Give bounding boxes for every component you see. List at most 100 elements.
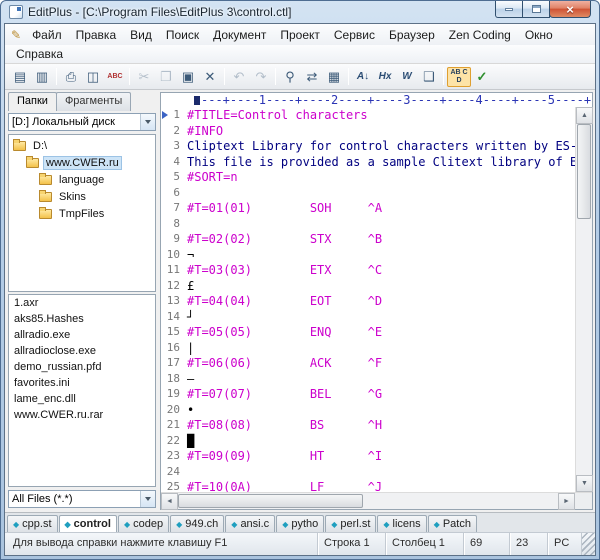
doc-tab[interactable]: ◆codep	[118, 515, 169, 532]
status-column: Столбец 1	[385, 533, 463, 555]
file-filter-selector[interactable]: All Files (*.*)	[8, 490, 156, 508]
print-icon[interactable]: ⎙	[60, 67, 82, 87]
hex-viewer-icon[interactable]: Hx	[374, 67, 396, 87]
doc-tab[interactable]: ◆949.ch	[170, 515, 224, 532]
cut-icon[interactable]: ✂	[133, 67, 155, 87]
menu-window[interactable]: Окно	[518, 26, 560, 44]
editor-line[interactable]: 10¬	[161, 248, 575, 264]
vertical-scroll-track[interactable]	[576, 124, 592, 475]
editor-line[interactable]: 23#T=09(09) HT ^I	[161, 449, 575, 465]
menu-help[interactable]: Справка	[9, 45, 70, 63]
file-item[interactable]: www.CWER.ru.rar	[9, 409, 155, 425]
text-area[interactable]: 1#TITLE=Control characters 2#INFO 3Clipt…	[161, 107, 575, 492]
vertical-scrollbar[interactable]: ▲ ▼	[575, 107, 592, 492]
scroll-left-icon[interactable]: ◄	[161, 493, 178, 510]
doc-tab[interactable]: ◆pytho	[276, 515, 324, 532]
window-list-icon[interactable]: ▤	[9, 67, 31, 87]
editor-line[interactable]: 16|	[161, 341, 575, 357]
tree-item[interactable]: TmpFiles	[9, 205, 155, 222]
menu-browser[interactable]: Браузер	[382, 26, 442, 44]
horizontal-scroll-thumb[interactable]	[178, 494, 363, 508]
editor-line[interactable]: 21#T=08(08) BS ^H	[161, 418, 575, 434]
word-wrap-icon[interactable]: W	[396, 67, 418, 87]
sort-icon[interactable]: A↓	[352, 67, 374, 87]
cliptext-sidebar-icon[interactable]: ▥	[31, 67, 53, 87]
editor-line[interactable]: 6	[161, 186, 575, 202]
file-item[interactable]: favorites.ini	[9, 377, 155, 393]
tree-item[interactable]: language	[9, 171, 155, 188]
file-item[interactable]: demo_russian.pfd	[9, 361, 155, 377]
tree-item-selected[interactable]: www.CWER.ru	[9, 154, 155, 171]
menu-edit[interactable]: Правка	[69, 26, 124, 44]
undo-icon[interactable]: ↶	[228, 67, 250, 87]
file-item[interactable]: allradioclose.exe	[9, 345, 155, 361]
editor-line[interactable]: 7#T=01(01) SOH ^A	[161, 201, 575, 217]
menu-file[interactable]: Файл	[25, 26, 69, 44]
resize-grip[interactable]	[581, 533, 595, 555]
vertical-scroll-thumb[interactable]	[577, 124, 591, 219]
editor-line[interactable]: 1#TITLE=Control characters	[161, 108, 575, 124]
editor-line[interactable]: 17#T=06(06) ACK ^F	[161, 356, 575, 372]
scroll-right-icon[interactable]: ►	[558, 493, 575, 510]
doc-tab[interactable]: ◆ansi.c	[225, 515, 275, 532]
paste-icon[interactable]: ▣	[177, 67, 199, 87]
editor-line[interactable]: 5#SORT=n	[161, 170, 575, 186]
redo-icon[interactable]: ↷	[250, 67, 272, 87]
editor-line[interactable]: 11#T=03(03) ETX ^C	[161, 263, 575, 279]
scroll-down-icon[interactable]: ▼	[576, 475, 593, 492]
file-item[interactable]: lame_enc.dll	[9, 393, 155, 409]
drive-selector[interactable]: [D:] Локальный диск	[8, 113, 156, 131]
syntax-check-icon[interactable]: ✓	[471, 67, 493, 87]
file-item[interactable]: aks85.Hashes	[9, 313, 155, 329]
editor-line[interactable]: 3Cliptext Library for control characters…	[161, 139, 575, 155]
editor-line[interactable]: 13#T=04(04) EOT ^D	[161, 294, 575, 310]
editor-line[interactable]: 9#T=02(02) STX ^B	[161, 232, 575, 248]
editor-line[interactable]: 2#INFO	[161, 124, 575, 140]
doc-tab[interactable]: ◆Patch	[428, 515, 477, 532]
menu-tools[interactable]: Сервис	[327, 26, 382, 44]
editor-line[interactable]: 25#T=10(0A) LF ^J	[161, 480, 575, 492]
replace-icon[interactable]: ⇄	[301, 67, 323, 87]
chevron-down-icon[interactable]	[140, 491, 155, 507]
menu-search[interactable]: Поиск	[159, 26, 206, 44]
horizontal-scroll-track[interactable]	[178, 493, 558, 509]
tree-item[interactable]: Skins	[9, 188, 155, 205]
menu-document[interactable]: Документ	[206, 26, 273, 44]
cliptext-panel-icon[interactable]: AB CD	[447, 67, 471, 87]
doc-tab[interactable]: ◆cpp.st	[7, 515, 58, 532]
menu-zen-coding[interactable]: Zen Coding	[442, 26, 518, 44]
spell-check-icon[interactable]: ABC	[104, 67, 126, 87]
editor-line[interactable]: 19#T=07(07) BEL ^G	[161, 387, 575, 403]
file-item[interactable]: allradio.exe	[9, 329, 155, 345]
chevron-down-icon[interactable]	[140, 114, 155, 130]
editor-line[interactable]: 4This file is provided as a sample Clite…	[161, 155, 575, 171]
file-item[interactable]: 1.axr	[9, 297, 155, 313]
editor-line[interactable]: 22█	[161, 434, 575, 450]
tab-cliptext[interactable]: Фрагменты	[56, 92, 131, 111]
editor-line[interactable]: 15#T=05(05) ENQ ^E	[161, 325, 575, 341]
copy-icon[interactable]: ❐	[155, 67, 177, 87]
editor-line[interactable]: 24	[161, 465, 575, 481]
tab-folders[interactable]: Папки	[8, 92, 57, 111]
editor-line[interactable]: 14┘	[161, 310, 575, 326]
menu-project[interactable]: Проект	[273, 26, 327, 44]
doc-tab-active[interactable]: ◆control	[59, 515, 117, 532]
delete-icon[interactable]: ✕	[199, 67, 221, 87]
close-button[interactable]: ×	[549, 1, 591, 18]
find-in-files-icon[interactable]: ▦	[323, 67, 345, 87]
maximize-button[interactable]	[522, 1, 550, 18]
minimize-button[interactable]	[495, 1, 523, 18]
find-icon[interactable]: ⚲	[279, 67, 301, 87]
fullscreen-icon[interactable]: ❑	[418, 67, 440, 87]
tree-item-drive[interactable]: D:\	[9, 137, 155, 154]
menu-view[interactable]: Вид	[123, 26, 159, 44]
doc-tab[interactable]: ◆perl.st	[325, 515, 376, 532]
editor-line[interactable]: 20•	[161, 403, 575, 419]
scroll-up-icon[interactable]: ▲	[576, 107, 593, 124]
print-preview-icon[interactable]: ◫	[82, 67, 104, 87]
editor-line[interactable]: 12£	[161, 279, 575, 295]
editor-line[interactable]: 8	[161, 217, 575, 233]
horizontal-scrollbar[interactable]: ◄ ►	[161, 492, 575, 509]
editor-line[interactable]: 18–	[161, 372, 575, 388]
doc-tab[interactable]: ◆licens	[377, 515, 426, 532]
